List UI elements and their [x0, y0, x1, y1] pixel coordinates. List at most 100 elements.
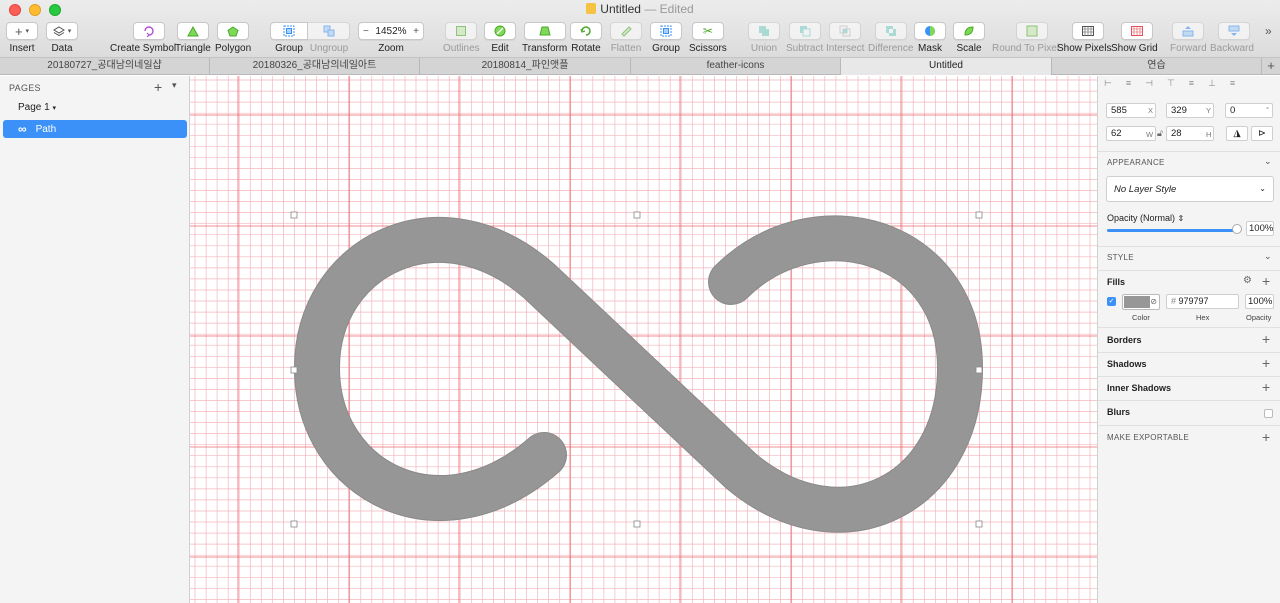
create-symbol-tool[interactable]: Create Symbol — [110, 22, 176, 54]
insert-button[interactable]: + ▾ — [6, 22, 38, 40]
edit-button[interactable] — [484, 22, 516, 40]
backward-tool[interactable]: Backward — [1210, 22, 1254, 54]
forward-button[interactable] — [1172, 22, 1205, 40]
rotate-tool[interactable]: Rotate — [570, 22, 602, 54]
current-page-selector[interactable]: Page 1 ▾ — [18, 102, 56, 113]
collapse-style-chevron-icon[interactable]: ⌄ — [1264, 251, 1272, 262]
insert-tool[interactable]: + ▾ Insert — [6, 22, 38, 54]
triangle-button[interactable] — [176, 22, 209, 40]
mask-button[interactable] — [914, 22, 946, 40]
layer-style-dropdown[interactable]: No Layer Style ⌄ — [1106, 176, 1274, 202]
polygon-tool[interactable]: Polygon — [215, 22, 251, 54]
add-border-plus-icon[interactable]: + — [1262, 331, 1270, 347]
collapse-pages-chevron-icon[interactable]: ▾ — [172, 80, 177, 91]
tab-document[interactable]: feather-icons — [631, 58, 841, 75]
ungroup-tool[interactable]: Ungroup — [308, 22, 350, 54]
create-symbol-button[interactable] — [133, 22, 166, 40]
group-tool[interactable]: Group — [270, 22, 308, 54]
tab-document[interactable]: 20180814_파인앳플 — [420, 58, 631, 75]
zoom-in-icon[interactable]: + — [413, 26, 419, 37]
add-fill-plus-icon[interactable]: + — [1262, 273, 1270, 289]
flip-horizontal-button[interactable]: ◮ — [1226, 126, 1248, 141]
opacity-field[interactable]: 100% — [1246, 221, 1274, 236]
scale-button[interactable] — [953, 22, 985, 40]
transform-button[interactable] — [523, 22, 566, 40]
data-tool[interactable]: ▾ Data — [46, 22, 78, 54]
data-button[interactable]: ▾ — [46, 22, 78, 40]
scissors-tool[interactable]: ✂ Scissors — [689, 22, 727, 54]
outlines-button[interactable] — [445, 22, 478, 40]
add-inner-shadow-plus-icon[interactable]: + — [1262, 379, 1270, 395]
tab-document-active[interactable]: Untitled — [841, 58, 1052, 75]
fill-options-gear-icon[interactable]: ⚙ — [1243, 275, 1252, 286]
round-to-pixel-button[interactable] — [1016, 22, 1049, 40]
opacity-slider-knob[interactable] — [1232, 224, 1242, 234]
align-middle-icon[interactable]: ≡ — [1189, 78, 1194, 89]
fill-color-swatch[interactable]: ⊘ — [1122, 294, 1160, 310]
group-button[interactable] — [270, 22, 308, 40]
edit-tool[interactable]: Edit — [484, 22, 516, 54]
round-to-pixel-tool[interactable]: Round To Pixel — [992, 22, 1059, 54]
tab-document[interactable]: 20180727_공대남의네일샵 — [0, 58, 210, 75]
forward-tool[interactable]: Forward — [1170, 22, 1207, 54]
canvas-artwork[interactable] — [190, 76, 1097, 603]
union-tool[interactable]: Union — [748, 22, 780, 54]
zoom-control[interactable]: − 1452% + — [358, 22, 424, 40]
backward-button[interactable] — [1217, 22, 1250, 40]
add-export-plus-icon[interactable]: + — [1262, 429, 1270, 445]
flatten-button[interactable] — [610, 22, 642, 40]
distribute-icon[interactable]: ≡ — [1230, 78, 1235, 89]
toolbar-overflow-icon[interactable]: » — [1265, 24, 1272, 38]
blur-toggle-checkbox[interactable] — [1264, 409, 1273, 418]
add-page-plus-icon[interactable]: + — [154, 79, 162, 95]
lock-proportions-icon[interactable]: 🔓︎ — [1157, 128, 1163, 139]
opacity-blend-selector[interactable]: Opacity (Normal) ⇕ — [1107, 213, 1184, 223]
tab-document[interactable]: 20180326_공대남의네일아트 — [210, 58, 420, 75]
chevron-down-icon: ▾ — [52, 105, 56, 112]
zoom-tool[interactable]: − 1452% + Zoom — [358, 22, 424, 54]
position-x-label: X — [1148, 106, 1154, 115]
collapse-appearance-chevron-icon[interactable]: ⌄ — [1264, 156, 1272, 167]
group-selection-tool[interactable]: Group — [650, 22, 682, 54]
mask-tool[interactable]: Mask — [914, 22, 946, 54]
union-icon — [759, 26, 769, 36]
flatten-tool[interactable]: Flatten — [610, 22, 642, 54]
align-left-icon[interactable]: ⊢ — [1104, 78, 1112, 89]
align-bottom-icon[interactable]: ⊥ — [1208, 78, 1216, 89]
add-shadow-plus-icon[interactable]: + — [1262, 355, 1270, 371]
subtract-tool[interactable]: Subtract — [786, 22, 823, 54]
group-selection-button[interactable] — [650, 22, 682, 40]
intersect-button[interactable] — [829, 22, 862, 40]
show-grid-button[interactable] — [1120, 22, 1153, 40]
ungroup-button[interactable] — [308, 22, 350, 40]
fill-hex-field[interactable]: # 979797 — [1166, 294, 1239, 309]
show-pixels-button[interactable] — [1072, 22, 1105, 40]
outlines-tool[interactable]: Outlines — [443, 22, 480, 54]
align-right-icon[interactable]: ⊣ — [1145, 78, 1153, 89]
fill-enabled-checkbox[interactable]: ✓ — [1107, 297, 1116, 306]
subtract-button[interactable] — [788, 22, 821, 40]
flip-vertical-button[interactable]: ⊳ — [1251, 126, 1273, 141]
intersect-tool[interactable]: Intersect — [826, 22, 864, 54]
zoom-out-icon[interactable]: − — [363, 26, 369, 37]
difference-button[interactable] — [874, 22, 907, 40]
polygon-button[interactable] — [217, 22, 250, 40]
show-grid-tool[interactable]: Show Grid — [1111, 22, 1158, 54]
design-canvas[interactable] — [190, 76, 1097, 603]
scissors-button[interactable]: ✂ — [691, 22, 724, 40]
show-pixels-tool[interactable]: Show Pixels — [1057, 22, 1111, 54]
selection-handle — [975, 520, 983, 528]
align-top-icon[interactable]: ⊤ — [1167, 78, 1175, 89]
new-tab-plus-icon[interactable]: + — [1262, 58, 1280, 74]
transform-tool[interactable]: Transform — [522, 22, 567, 54]
triangle-tool[interactable]: Triangle — [175, 22, 211, 54]
fill-opacity-field[interactable]: 100% — [1245, 294, 1274, 309]
opacity-slider-track[interactable] — [1107, 229, 1237, 232]
scale-tool[interactable]: Scale — [953, 22, 985, 54]
layer-row-path[interactable]: ∞ Path — [3, 120, 187, 138]
union-button[interactable] — [748, 22, 780, 40]
difference-tool[interactable]: Difference — [868, 22, 913, 54]
align-center-icon[interactable]: ≡ — [1126, 78, 1131, 89]
tab-document[interactable]: 연습 — [1052, 58, 1262, 75]
rotate-button[interactable] — [570, 22, 602, 40]
